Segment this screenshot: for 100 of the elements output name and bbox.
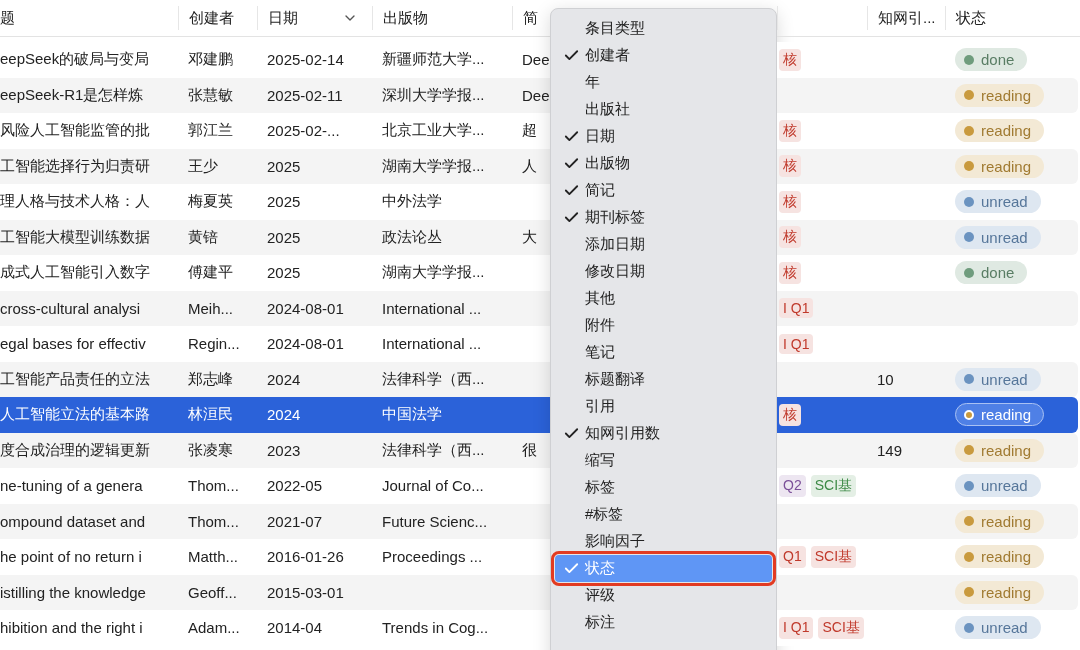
- publication-cell-text: 新疆师范大学...: [381, 50, 485, 70]
- journal-tag: SCI基: [810, 545, 857, 568]
- date-cell-text: 2025: [266, 193, 301, 211]
- creator-cell-text: Regin...: [187, 335, 240, 353]
- table-row[interactable]: 10 unread: [777, 361, 1078, 397]
- menu-item[interactable]: 年: [555, 69, 772, 96]
- date-cell-text: 2025-02-...: [266, 122, 340, 140]
- creator-cell-text: Thom...: [187, 477, 239, 495]
- journal-tag: 核: [779, 226, 801, 249]
- title-cell: eepSeek的破局与变局: [0, 50, 150, 70]
- title-cell: 度合成治理的逻辑更新: [0, 440, 150, 460]
- menu-item[interactable]: 创建者: [555, 42, 772, 69]
- table-row[interactable]: 工智能选择行为归责研 王少 2025 湖南大学学报... 人: [0, 148, 550, 184]
- menu-item[interactable]: 影响因子: [555, 528, 772, 555]
- menu-item[interactable]: 标签: [555, 474, 772, 501]
- publication-cell-text: 法律科学（西...: [381, 440, 485, 460]
- menu-item[interactable]: 知网引用数: [555, 420, 772, 447]
- creator-cell-text: Matth...: [187, 548, 239, 566]
- table-row[interactable]: 149 reading: [777, 432, 1078, 468]
- title-cell: eepSeek-R1是怎样炼: [0, 85, 144, 105]
- title-cell: he point of no return i: [0, 548, 142, 566]
- menu-item[interactable]: 修改日期: [555, 258, 772, 285]
- menu-item[interactable]: 条目类型: [555, 15, 772, 42]
- menu-item[interactable]: 缩写: [555, 447, 772, 474]
- column-header[interactable]: 出版物: [383, 8, 428, 28]
- title-cell: 工智能大模型训练数据: [0, 227, 150, 247]
- table-row[interactable]: I Q1: [777, 290, 1078, 326]
- menu-item[interactable]: 笔记: [555, 339, 772, 366]
- date-cell-text: 2021-07: [266, 512, 323, 530]
- table-row[interactable]: eepSeek-R1是怎样炼 张慧敏 2025-02-11 深圳大学学报... Dee: [0, 77, 550, 113]
- date-cell-text: 2025-02-14: [266, 51, 344, 69]
- column-header[interactable]: 知网引...: [878, 8, 936, 28]
- journal-tag: SCI基: [818, 616, 864, 639]
- journal-tag: 核: [779, 190, 801, 213]
- title-cell: 理人格与技术人格：人: [0, 192, 150, 212]
- menu-item[interactable]: 简记: [555, 177, 772, 204]
- note-cell-text: 很: [521, 440, 537, 460]
- journal-tag: 核: [779, 119, 801, 142]
- publication-cell-text: 深圳大学学报...: [381, 85, 485, 105]
- creator-cell-text: 郑志峰: [187, 369, 233, 389]
- journal-tag: I Q1: [779, 298, 814, 319]
- journal-tag: I Q1: [779, 333, 814, 354]
- creator-cell-text: Adam...: [187, 619, 240, 637]
- publication-cell-text: 北京工业大学...: [381, 121, 485, 141]
- table-row[interactable]: 度合成治理的逻辑更新 张凌寒 2023 法律科学（西... 很: [0, 432, 550, 468]
- title-cell: istilling the knowledge: [0, 583, 146, 601]
- title-cell: cross-cultural analysi: [0, 299, 141, 317]
- date-cell-text: 2025: [266, 228, 301, 246]
- table-row[interactable]: ompound dataset and Thom... 2021-07 Future Scienc...: [0, 503, 550, 539]
- title-cell: ne-tuning of a genera: [0, 477, 143, 495]
- creator-cell-text: 黄锫: [187, 227, 218, 247]
- date-cell-text: 2024: [266, 406, 301, 424]
- creator-cell-text: 张慧敏: [187, 85, 233, 105]
- title-cell: egal bases for effectiv: [0, 335, 146, 353]
- table-row[interactable]: istilling the knowledge Geoff... 2015-03-01: [0, 574, 550, 610]
- status-tag: reading: [955, 403, 1045, 427]
- status-tag: reading: [955, 580, 1045, 604]
- column-header[interactable]: 状态: [956, 8, 986, 28]
- creator-cell-text: 王少: [187, 156, 218, 176]
- menu-item[interactable]: 出版社: [555, 96, 772, 123]
- status-tag: unread: [955, 367, 1041, 391]
- column-header[interactable]: 简: [523, 8, 538, 28]
- menu-item[interactable]: 标题翻译: [555, 366, 772, 393]
- table-row[interactable]: 工智能产品责任的立法 郑志峰 2024 法律科学（西...: [0, 361, 550, 397]
- creator-cell-text: 傅建平: [187, 263, 233, 283]
- menu-item[interactable]: 期刊标签: [555, 204, 772, 231]
- menu-item[interactable]: 添加日期: [555, 231, 772, 258]
- menu-item[interactable]: 引用: [555, 393, 772, 420]
- menu-item[interactable]: 出版物: [555, 150, 772, 177]
- menu-item[interactable]: 附件: [555, 312, 772, 339]
- creator-cell-text: 张凌寒: [187, 440, 233, 460]
- title-cell: ompound dataset and: [0, 512, 146, 530]
- menu-item[interactable]: 其他: [555, 285, 772, 312]
- publication-cell-text: Trends in Cog...: [381, 619, 489, 637]
- publication-cell-text: 中国法学: [381, 405, 442, 425]
- table-row[interactable]: 核 reading: [777, 148, 1078, 184]
- status-tag: done: [955, 261, 1028, 285]
- menu-item[interactable]: 标注: [555, 609, 772, 636]
- column-header[interactable]: 创建者: [189, 8, 234, 28]
- column-header[interactable]: 题: [0, 8, 15, 28]
- table-row[interactable]: 核 reading: [777, 397, 1078, 433]
- table-row[interactable]: cross-cultural analysi Meih... 2024-08-01 International ...: [0, 290, 550, 326]
- creator-cell-text: 邓建鹏: [187, 50, 233, 70]
- journal-tag: 核: [779, 403, 801, 426]
- creator-cell-text: 林洹民: [187, 405, 233, 425]
- menu-item[interactable]: 日期: [555, 123, 772, 150]
- status-tag: unread: [955, 616, 1041, 640]
- menu-item[interactable]: 评级: [555, 582, 772, 609]
- creator-cell-text: 郭江兰: [187, 121, 233, 141]
- table-row[interactable]: 核 unread: [777, 219, 1078, 255]
- publication-cell-text: International ...: [381, 299, 482, 317]
- publication-cell-text: 湖南大学学报...: [381, 263, 485, 283]
- table-row[interactable]: 人工智能立法的基本路 林洹民 2024 中国法学: [0, 397, 550, 433]
- publication-cell-text: 政法论丛: [381, 227, 442, 247]
- table-row[interactable]: 工智能大模型训练数据 黄锫 2025 政法论丛 大: [0, 219, 550, 255]
- title-cell: 人工智能立法的基本路: [0, 405, 150, 425]
- citation-count: 10: [876, 370, 894, 388]
- menu-item[interactable]: #标签: [555, 501, 772, 528]
- column-header[interactable]: 日期: [268, 8, 298, 28]
- status-tag: unread: [955, 474, 1041, 498]
